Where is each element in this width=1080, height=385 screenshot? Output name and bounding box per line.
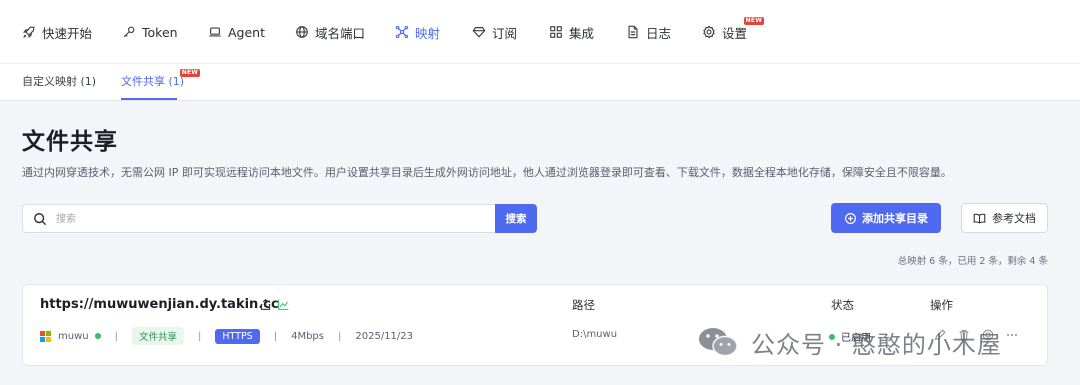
nav-item-label: 快速开始 <box>42 25 93 41</box>
laptop-icon <box>209 27 221 37</box>
page-title: 文件共享 <box>22 129 118 155</box>
tab-file-sharing[interactable]: 文件共享 (1) NEW <box>121 69 201 89</box>
wechat-icon <box>699 328 738 357</box>
tab-label: 文件共享 (1) <box>121 75 185 88</box>
nav-item-label: 集成 <box>569 25 595 41</box>
nav-item-label: 域名端口 <box>315 25 366 41</box>
nav-item-label: Agent <box>228 24 265 40</box>
key-icon <box>123 26 135 38</box>
mapping-url[interactable]: https://muwuwenjian.dy.takin.cc <box>40 297 279 312</box>
rocket-icon <box>23 26 35 38</box>
active-tab-indicator <box>121 98 177 100</box>
separator: | <box>273 330 278 342</box>
search-box <box>22 204 496 233</box>
tab-label: 自定义映射 (1) <box>22 75 97 88</box>
grid-icon <box>550 26 562 38</box>
sub-tabs: 自定义映射 (1) 文件共享 (1) NEW <box>0 64 1080 101</box>
reference-docs-button[interactable]: 参考文档 <box>961 203 1048 233</box>
search-icon <box>34 213 47 226</box>
wechat-watermark: 公众号 · 憨憨的小木屋 <box>697 322 1002 362</box>
nav-item-agent[interactable]: Agent <box>208 20 265 44</box>
created-date: 2025/11/23 <box>355 330 414 342</box>
add-button-label: 添加共享目录 <box>862 212 928 225</box>
nav-item-domain-port[interactable]: 域名端口 <box>295 20 365 44</box>
separator: | <box>198 330 202 342</box>
search-input[interactable] <box>56 210 476 228</box>
separator: | <box>338 330 342 342</box>
page-description: 通过内网穿透技术，无需公网 IP 即可实现远程访问本地文件。用户设置共享目录后生… <box>22 166 952 179</box>
nav-item-logs[interactable]: 日志 <box>626 20 671 44</box>
nav-item-mapping[interactable]: 映射 <box>395 20 440 44</box>
new-badge: NEW <box>743 17 765 25</box>
top-navigation: 快速开始 Token Agent 域名端口 映射 订阅 集成 日志 设置 NEW <box>0 0 1080 64</box>
type-tag: 文件共享 <box>131 327 184 345</box>
nav-item-settings[interactable]: 设置 NEW <box>702 17 765 44</box>
mapping-meta: muwu | 文件共享 | HTTPS | 4Mbps | 2025/11/23 <box>40 327 413 345</box>
online-indicator <box>94 333 101 339</box>
separator: | <box>114 330 118 342</box>
agent-name: muwu <box>58 330 89 342</box>
share-path: D:\muwu <box>572 329 618 340</box>
nav-item-label: Token <box>142 24 178 40</box>
mapping-icon <box>395 25 409 39</box>
windows-icon <box>40 330 51 342</box>
share-icon[interactable] <box>259 298 272 311</box>
tab-custom-mapping[interactable]: 自定义映射 (1) <box>22 73 96 89</box>
bandwidth: 4Mbps <box>291 330 324 342</box>
document-icon <box>628 25 638 39</box>
nav-item-label: 映射 <box>415 25 441 41</box>
nav-item-quickstart[interactable]: 快速开始 <box>22 20 92 44</box>
globe-icon <box>296 26 308 38</box>
plus-circle-icon <box>845 212 856 224</box>
doc-button-label: 参考文档 <box>992 212 1036 225</box>
nav-item-integration[interactable]: 集成 <box>549 20 594 44</box>
protocol-tag: HTTPS <box>215 328 260 344</box>
chart-icon[interactable] <box>277 298 290 311</box>
watermark-text: 公众号 · 憨憨的小木屋 <box>751 330 1002 359</box>
nav-item-subscription[interactable]: 订阅 <box>472 20 517 44</box>
quota-summary: 总映射 6 条，已用 2 条，剩余 4 条 <box>897 256 1048 267</box>
nav-item-label: 设置 <box>722 25 748 41</box>
column-header-path: 路径 <box>572 298 595 312</box>
nav-item-label: 日志 <box>646 25 672 41</box>
column-header-actions: 操作 <box>930 298 953 312</box>
column-header-status: 状态 <box>831 298 854 312</box>
nav-item-label: 订阅 <box>492 25 518 41</box>
gear-icon <box>703 25 715 39</box>
more-icon[interactable] <box>1005 327 1019 341</box>
nav-item-token[interactable]: Token <box>122 20 178 44</box>
book-icon <box>973 213 986 224</box>
new-badge: NEW <box>179 69 201 77</box>
add-shared-directory-button[interactable]: 添加共享目录 <box>831 203 941 233</box>
search-button[interactable]: 搜索 <box>495 204 537 233</box>
diamond-icon <box>472 27 486 38</box>
